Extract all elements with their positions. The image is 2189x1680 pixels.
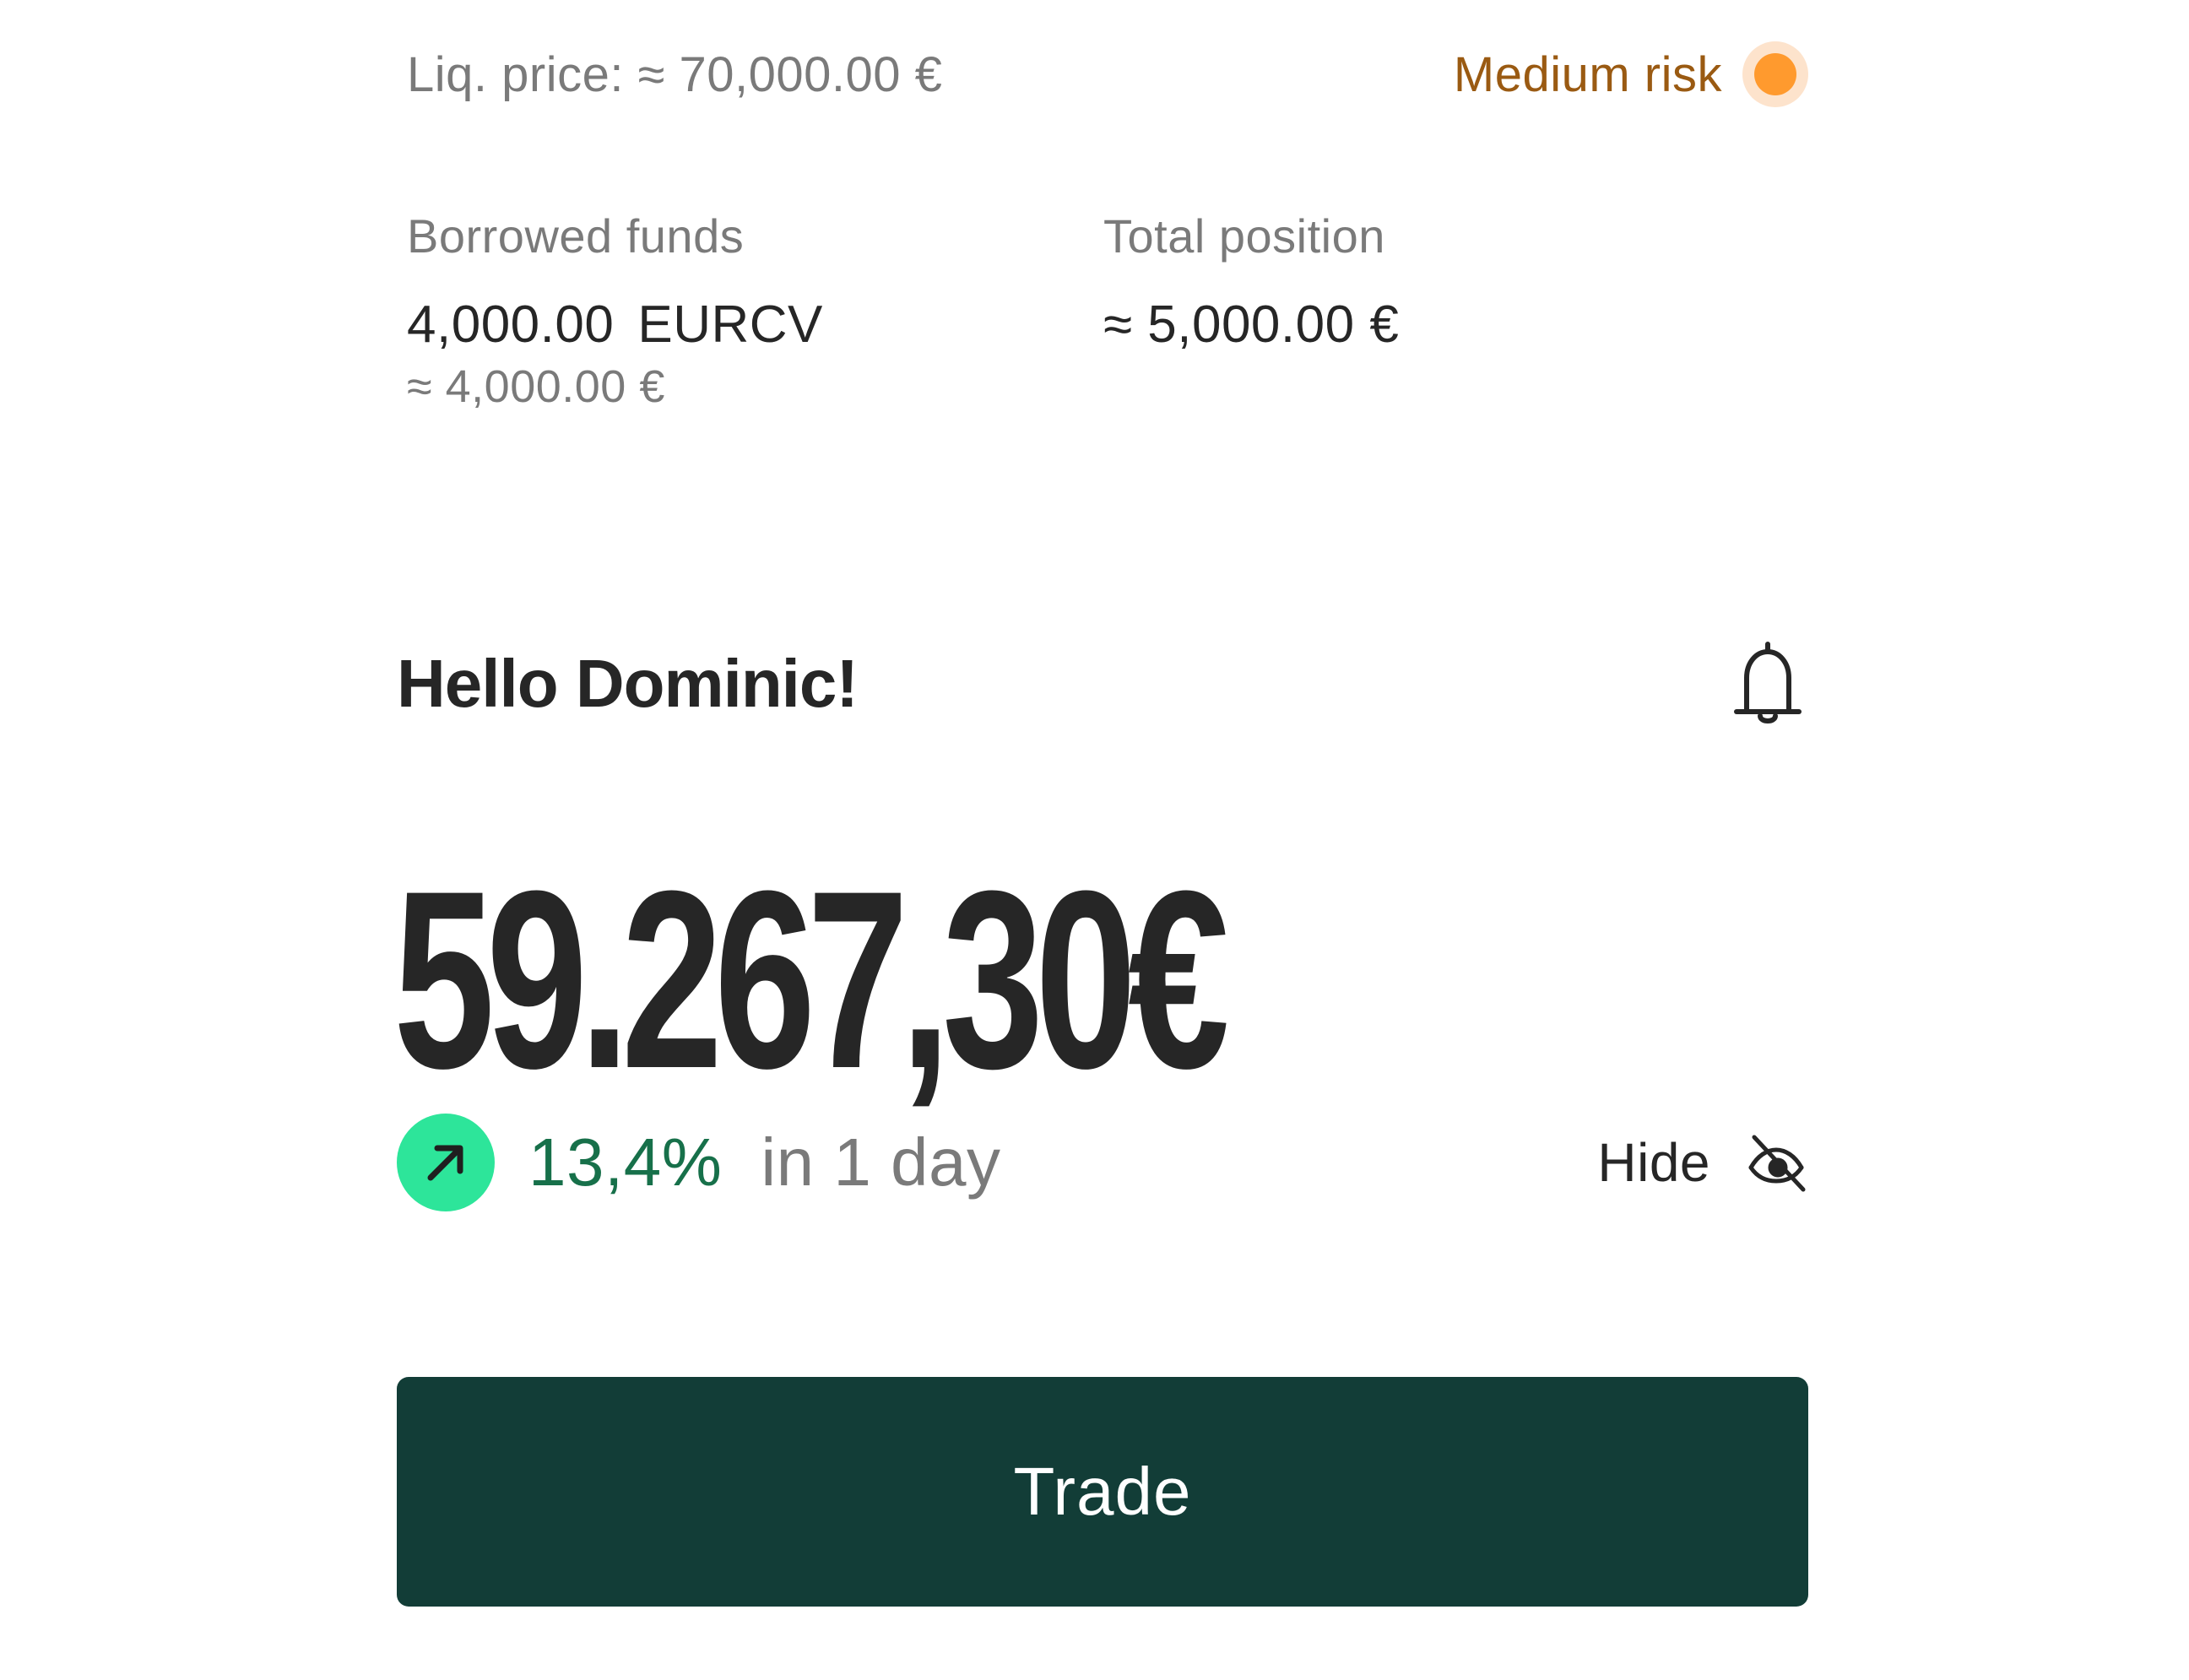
trade-button[interactable]: Trade bbox=[397, 1377, 1808, 1607]
arrow-up-right-icon bbox=[397, 1114, 495, 1211]
total-position: Total position ≈ 5,000.00 € bbox=[1103, 207, 1399, 357]
position-stats: Borrowed funds 4,000.00 EURCV ≈ 4,000.00 … bbox=[407, 207, 1808, 418]
greeting-row: Hello Dominic! bbox=[397, 637, 1808, 730]
portfolio-balance: 59.267,30€ bbox=[393, 837, 1229, 1121]
trade-button-label: Trade bbox=[1013, 1454, 1192, 1529]
portfolio-screen: Liq. price: ≈ 70,000.00 € Medium risk Bo… bbox=[0, 0, 2189, 1680]
total-position-label: Total position bbox=[1103, 209, 1385, 263]
risk-dot-core bbox=[1754, 53, 1796, 95]
bell-icon[interactable] bbox=[1727, 637, 1808, 730]
eye-off-icon bbox=[1744, 1130, 1808, 1195]
change-percent: 13,4% bbox=[528, 1125, 723, 1200]
risk-label: Medium risk bbox=[1453, 46, 1722, 102]
hide-balance-toggle[interactable]: Hide bbox=[1597, 1130, 1808, 1195]
performance-row: 13,4% in 1 day Hide bbox=[397, 1112, 1808, 1213]
hide-label: Hide bbox=[1597, 1132, 1710, 1193]
liquidation-price: Liq. price: ≈ 70,000.00 € bbox=[407, 46, 943, 102]
total-position-value: ≈ 5,000.00 € bbox=[1103, 295, 1400, 354]
borrowed-funds-label: Borrowed funds bbox=[407, 209, 745, 263]
borrowed-funds-value: 4,000.00 EURCV bbox=[407, 293, 823, 357]
performance-change: 13,4% in 1 day bbox=[397, 1114, 1001, 1211]
greeting-title: Hello Dominic! bbox=[397, 646, 859, 721]
borrowed-funds-approx: ≈ 4,000.00 € bbox=[407, 361, 665, 412]
liquidation-row: Liq. price: ≈ 70,000.00 € Medium risk bbox=[407, 41, 1808, 108]
borrowed-unit: EURCV bbox=[637, 295, 823, 354]
borrowed-amount: 4,000.00 bbox=[407, 295, 615, 354]
risk-indicator[interactable]: Medium risk bbox=[1454, 41, 1808, 107]
change-period: in 1 day bbox=[761, 1125, 1001, 1200]
risk-dot-icon bbox=[1742, 41, 1808, 107]
borrowed-funds: Borrowed funds 4,000.00 EURCV ≈ 4,000.00 … bbox=[407, 207, 823, 416]
